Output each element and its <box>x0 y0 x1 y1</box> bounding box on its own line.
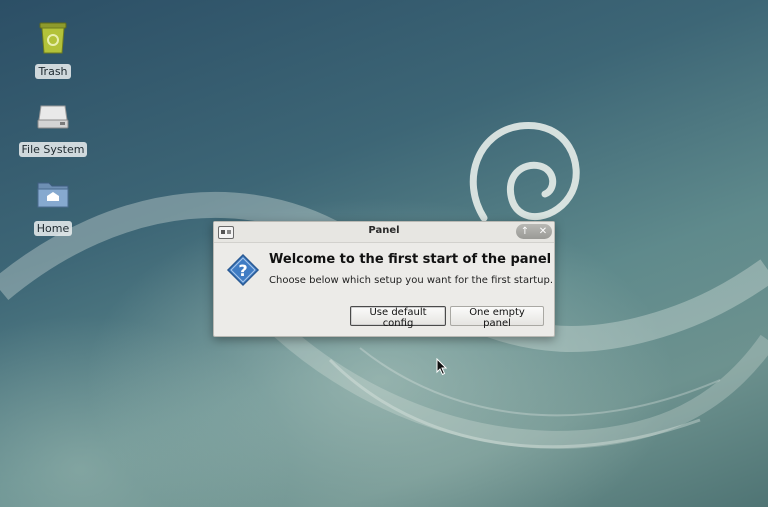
dialog-message: Choose below which setup you want for th… <box>269 275 553 286</box>
desktop-icon-trash[interactable]: Trash <box>13 20 93 79</box>
window-controls: ↑ ✕ <box>516 224 552 239</box>
dialog-title: Panel <box>368 225 400 236</box>
trash-icon <box>35 20 71 56</box>
home-folder-icon <box>35 177 71 213</box>
svg-text:?: ? <box>238 261 247 280</box>
dialog-titlebar[interactable]: Panel ↑ ✕ <box>214 222 554 243</box>
use-default-config-button[interactable]: Use default config <box>350 306 446 329</box>
desktop-icon-label: Home <box>33 221 73 236</box>
mouse-pointer-icon <box>436 358 448 376</box>
desktop-icon-file-system[interactable]: File System <box>13 98 93 157</box>
desktop-icon-label: Trash <box>35 64 71 79</box>
panel-welcome-dialog: Panel ↑ ✕ ? Welcome to the first start o… <box>213 221 555 337</box>
one-empty-panel-button[interactable]: One empty panel <box>450 306 544 329</box>
desktop-icon-label: File System <box>18 142 88 157</box>
dialog-heading: Welcome to the first start of the panel <box>269 252 552 267</box>
close-button[interactable]: ✕ <box>537 226 549 237</box>
desktop-icon-home[interactable]: Home <box>13 177 93 236</box>
shade-button[interactable]: ↑ <box>519 226 531 237</box>
drive-icon <box>35 98 71 134</box>
question-icon: ? <box>226 253 260 287</box>
